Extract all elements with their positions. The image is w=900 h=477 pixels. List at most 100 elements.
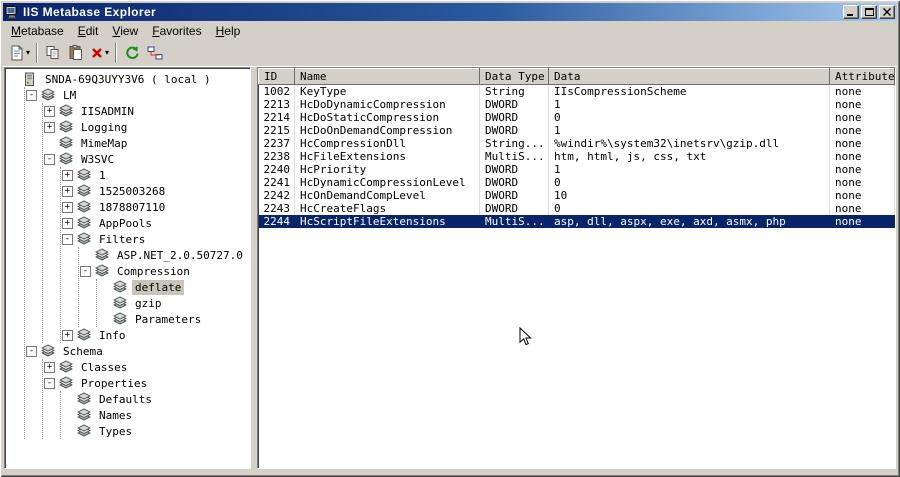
- tree-node-apppools[interactable]: + AppPools: [61, 215, 250, 231]
- cell-name: HcDoOnDemandCompression: [294, 124, 480, 137]
- key-icon: [112, 280, 129, 294]
- cell-id: 2237: [258, 137, 295, 150]
- tree-node-parameters[interactable]: Parameters: [97, 311, 250, 327]
- column-header-id[interactable]: ID: [258, 68, 295, 85]
- app-icon: [5, 5, 20, 19]
- cell-name: HcDoStaticCompression: [294, 111, 480, 124]
- table-row-1002[interactable]: 1002 KeyType String IIsCompressionScheme non…: [258, 84, 895, 98]
- new-key-button[interactable]: ▾: [6, 41, 33, 64]
- tree-node-label: Info: [99, 328, 126, 342]
- maximize-button[interactable]: [861, 5, 877, 19]
- key-icon: [76, 184, 93, 198]
- cell-data: 0: [548, 111, 830, 124]
- menu-edit[interactable]: Edit: [71, 22, 106, 40]
- connect-icon: [147, 45, 163, 61]
- tree-node-gzip[interactable]: gzip: [97, 295, 250, 311]
- connect-computer-button[interactable]: [143, 41, 166, 64]
- tree-node-properties[interactable]: - Properties: [43, 375, 250, 391]
- copy-button[interactable]: [41, 41, 64, 64]
- collapse-box-icon[interactable]: -: [44, 377, 55, 389]
- tree-node-label: Types: [99, 424, 133, 438]
- expand-box-icon[interactable]: +: [44, 121, 55, 133]
- expand-box-icon[interactable]: +: [44, 105, 55, 117]
- menu-metabase[interactable]: Metabase: [4, 22, 71, 40]
- tree-node-names[interactable]: Names: [61, 407, 250, 423]
- expand-box-icon[interactable]: +: [62, 217, 73, 229]
- collapse-box-icon[interactable]: -: [62, 233, 73, 245]
- tree-node-label: 1: [99, 168, 106, 182]
- key-icon: [40, 344, 57, 358]
- collapse-box-icon[interactable]: -: [80, 265, 91, 277]
- tree-children: - LM + IISADMIN + Logging MimeMap - W3SVC +1 +1525…: [24, 87, 250, 439]
- dropdown-arrow-icon[interactable]: ▾: [105, 48, 109, 57]
- tree-node-types[interactable]: Types: [61, 423, 250, 439]
- table-row-2237[interactable]: 2237 HcCompressionDll String... %windir%\sy…: [258, 137, 895, 150]
- table-row-2213[interactable]: 2213 HcDoDynamicCompression DWORD 1 none: [258, 98, 895, 111]
- tree-node-filters[interactable]: - Filters: [61, 231, 250, 247]
- minimize-button[interactable]: [843, 5, 859, 19]
- tree-node-classes[interactable]: + Classes: [43, 359, 250, 375]
- tree-node-compression[interactable]: - Compression: [79, 263, 250, 279]
- delete-button[interactable]: ▾: [87, 41, 112, 64]
- tree-node-label: 1878807110: [99, 200, 166, 214]
- column-header-attrs[interactable]: Attributes: [829, 68, 895, 85]
- table-row-2238[interactable]: 2238 HcFileExtensions MultiS... htm, html, …: [258, 150, 895, 163]
- tree-node-1878807110[interactable]: +1878807110: [61, 199, 250, 215]
- toolbar-separator: [36, 42, 39, 63]
- key-icon: [58, 360, 75, 374]
- collapse-box-icon[interactable]: -: [44, 153, 55, 165]
- table-row-2214[interactable]: 2214 HcDoStaticCompression DWORD 0 none: [258, 111, 895, 124]
- tree-node-snda-69q3uyy3v6-local[interactable]: SNDA-69Q3UYY3V6 ( local ): [7, 71, 250, 87]
- close-button[interactable]: [879, 5, 895, 19]
- key-icon: [58, 136, 75, 150]
- expand-box-icon[interactable]: +: [62, 185, 73, 197]
- tree-node-1525003268[interactable]: +1525003268: [61, 183, 250, 199]
- tree-node-info[interactable]: + Info: [61, 327, 250, 343]
- tree-node-label: 1525003268: [99, 184, 166, 198]
- table-row-2240[interactable]: 2240 HcPriority DWORD 1 none: [258, 163, 895, 176]
- menu-bar: Metabase Edit View Favorites Help: [3, 21, 897, 40]
- table-row-2241[interactable]: 2241 HcDynamicCompressionLevel DWORD 0 none: [258, 176, 895, 189]
- column-header-type[interactable]: Data Type: [479, 68, 549, 85]
- tree-node-label: MimeMap: [81, 136, 128, 150]
- tree-node-label: ASP.NET_2.0.50727.0: [117, 248, 243, 262]
- tree-node-mimemap[interactable]: MimeMap: [43, 135, 250, 151]
- table-row-2215[interactable]: 2215 HcDoOnDemandCompression DWORD 1 none: [258, 124, 895, 137]
- tree-node-lm[interactable]: - LM: [25, 87, 250, 103]
- menu-view[interactable]: View: [105, 22, 145, 40]
- refresh-button[interactable]: [120, 41, 143, 64]
- tree-node-deflate[interactable]: deflate: [97, 279, 250, 295]
- collapse-box-icon[interactable]: -: [26, 345, 37, 357]
- expand-box-icon[interactable]: +: [62, 201, 73, 213]
- cell-attrs: none: [829, 176, 895, 189]
- metabase-tree: SNDA-69Q3UYY3V6 ( local ) - LM + IISADMIN + Lo…: [7, 71, 250, 439]
- tree-node-w3svc[interactable]: - W3SVC: [43, 151, 250, 167]
- dropdown-arrow-icon[interactable]: ▾: [26, 48, 30, 57]
- menu-favorites[interactable]: Favorites: [145, 22, 208, 40]
- tree-node-label: Schema: [63, 344, 103, 358]
- column-header-data[interactable]: Data: [548, 68, 830, 85]
- table-row-2244[interactable]: 2244 HcScriptFileExtensions MultiS... asp, …: [258, 215, 895, 228]
- cell-attrs: none: [829, 202, 895, 215]
- tree-node-asp-net-2-0-50727-0[interactable]: ASP.NET_2.0.50727.0: [79, 247, 250, 263]
- expand-box-icon[interactable]: +: [62, 169, 73, 181]
- tree-node-1[interactable]: +1: [61, 167, 250, 183]
- table-row-2243[interactable]: 2243 HcCreateFlags DWORD 0 none: [258, 202, 895, 215]
- menu-help[interactable]: Help: [209, 22, 248, 40]
- expand-box-icon[interactable]: +: [62, 329, 73, 341]
- tree-pane: SNDA-69Q3UYY3V6 ( local ) - LM + IISADMIN + Lo…: [4, 67, 251, 469]
- paste-button[interactable]: [64, 41, 87, 64]
- tree-node-logging[interactable]: + Logging: [43, 119, 250, 135]
- tree-node-schema[interactable]: - Schema: [25, 343, 250, 359]
- column-header-name[interactable]: Name: [294, 68, 480, 85]
- refresh-icon: [124, 45, 140, 61]
- tree-node-defaults[interactable]: Defaults: [61, 391, 250, 407]
- tree-node-label: Defaults: [99, 392, 152, 406]
- expand-box-icon[interactable]: +: [44, 361, 55, 373]
- tree-node-iisadmin[interactable]: + IISADMIN: [43, 103, 250, 119]
- new-key-icon: [9, 45, 25, 61]
- table-row-2242[interactable]: 2242 HcOnDemandCompLevel DWORD 10 none: [258, 189, 895, 202]
- collapse-box-icon[interactable]: -: [26, 89, 37, 101]
